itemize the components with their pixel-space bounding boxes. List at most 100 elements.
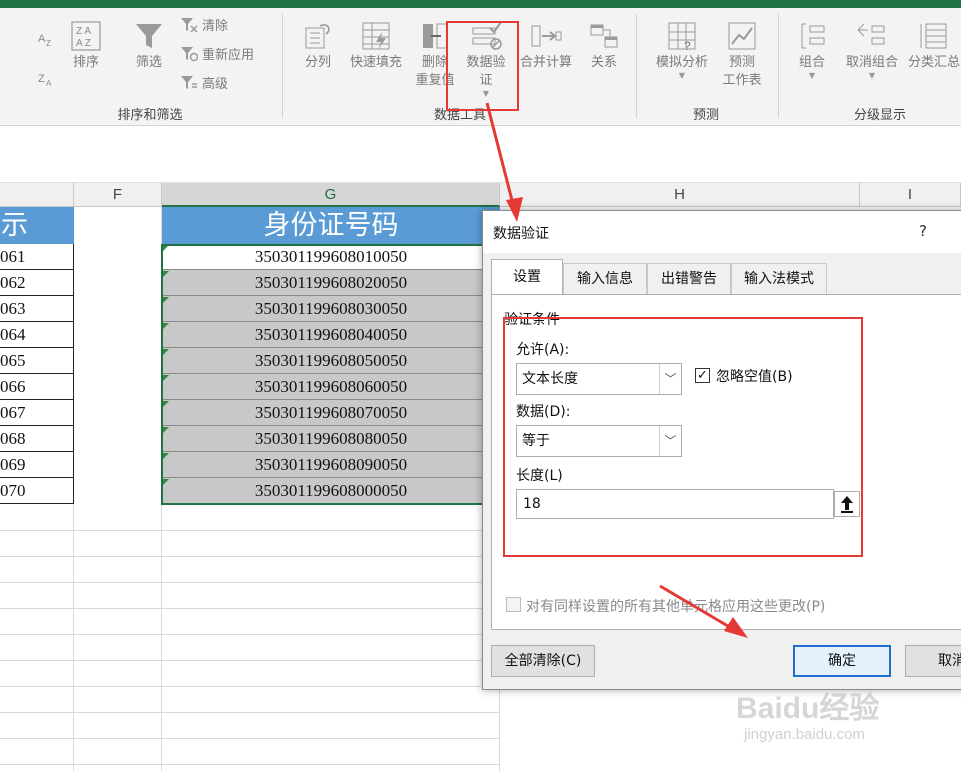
formula-bar-area <box>0 127 961 183</box>
flash-fill-button[interactable]: 快速填充 <box>344 20 408 72</box>
clear-filter-icon <box>181 18 198 33</box>
flash-fill-label: 快速填充 <box>349 55 402 70</box>
sort-ascending-button[interactable]: AZ <box>38 30 60 50</box>
cancel-button[interactable]: 取消 <box>905 645 961 677</box>
g-cell-id-number[interactable]: 350301199608010050 <box>162 244 500 270</box>
group-separator <box>636 14 637 118</box>
clear-all-button[interactable]: 全部清除(C) <box>491 645 595 677</box>
relationships-button[interactable]: 关系 <box>582 20 626 72</box>
gridline <box>0 608 500 609</box>
split-label: 分列 <box>304 55 331 70</box>
what-if-analysis-button[interactable]: ? 模拟分析 ▼ <box>648 20 716 80</box>
svg-text:A: A <box>46 79 52 86</box>
forecast-label-2: 工作表 <box>722 73 762 88</box>
e-cell[interactable]: 066 <box>0 374 74 400</box>
consolidate-icon <box>531 25 562 47</box>
column-header-f[interactable]: F <box>74 183 162 207</box>
g-header-cell[interactable]: 身份证号码 <box>162 207 500 244</box>
gridline <box>0 764 500 765</box>
forecast-chart-icon <box>728 22 756 50</box>
group-button[interactable]: 组合 ▼ <box>790 20 834 80</box>
sort-button[interactable]: Z AA Z 排序 <box>66 20 106 72</box>
dialog-title: 数据验证 <box>493 226 549 242</box>
filter-label: 筛选 <box>135 55 162 70</box>
gridline <box>0 738 500 739</box>
column-header-h[interactable]: H <box>500 183 860 207</box>
e-header-cell[interactable]: 显示 <box>0 207 74 244</box>
dialog-title-bar[interactable]: 数据验证 ? <box>483 211 961 253</box>
column-header-i[interactable]: I <box>860 183 961 207</box>
e-cell[interactable]: 070 <box>0 478 74 504</box>
forecast-sheet-button[interactable]: 预测 工作表 <box>716 20 768 90</box>
error-indicator-icon <box>163 453 169 459</box>
apply-all-label: 对有同样设置的所有其他单元格应用这些更改(P) <box>526 599 826 615</box>
g-cell-id-number[interactable]: 350301199608080050 <box>162 426 500 452</box>
text-to-columns-button[interactable]: 分列 <box>296 20 340 72</box>
g-cell-id-number[interactable]: 350301199608090050 <box>162 452 500 478</box>
e-cell[interactable]: 069 <box>0 452 74 478</box>
g-cell-id-number[interactable]: 350301199608020050 <box>162 270 500 296</box>
dropdown-arrow-icon: ▼ <box>808 71 816 80</box>
gridline <box>0 712 500 713</box>
g-cell-value: 350301199608000050 <box>254 481 408 500</box>
subtotal-button[interactable]: 分类汇总 <box>904 20 961 72</box>
baidu-watermark: Baidu经验 <box>736 692 880 725</box>
gridline <box>0 556 500 557</box>
group-separator <box>282 14 283 118</box>
column-header-g[interactable]: G <box>162 183 500 207</box>
error-indicator-icon <box>163 479 169 485</box>
svg-text:Z A: Z A <box>76 26 91 37</box>
data-validation-highlight-box <box>446 21 519 111</box>
g-cell-value: 350301199608090050 <box>254 455 408 474</box>
column-header-e[interactable] <box>0 183 74 207</box>
e-cell[interactable]: 068 <box>0 426 74 452</box>
g-cell-id-number[interactable]: 350301199608000050 <box>162 478 500 504</box>
gridline <box>0 634 500 635</box>
g-cell-id-number[interactable]: 350301199608030050 <box>162 296 500 322</box>
consolidate-button[interactable]: 合并计算 <box>514 20 578 72</box>
g-cell-id-number[interactable]: 350301199608060050 <box>162 374 500 400</box>
data-validation-dialog: 数据验证 ? 设置 输入信息 出错警告 输入法模式 验证条件 允许(A): 文本… <box>482 210 961 690</box>
advanced-filter-button[interactable]: 高级 <box>180 75 228 95</box>
what-if-icon: ? <box>668 22 696 52</box>
svg-text:Z: Z <box>38 73 45 85</box>
g-cell-value: 350301199608020050 <box>254 273 408 292</box>
apply-all-checkbox[interactable] <box>506 597 521 612</box>
relationships-icon <box>590 24 618 48</box>
e-cell[interactable]: 064 <box>0 322 74 348</box>
e-cell[interactable]: 067 <box>0 400 74 426</box>
gridline <box>0 660 500 661</box>
tab-error-alert[interactable]: 出错警告 <box>647 263 731 294</box>
e-cell[interactable]: 065 <box>0 348 74 374</box>
clear-filter-button[interactable]: 清除 <box>180 17 228 37</box>
advanced-filter-icon <box>181 76 197 89</box>
g-cell-id-number[interactable]: 350301199608070050 <box>162 400 500 426</box>
what-if-label: 模拟分析 <box>655 55 708 70</box>
group-icon <box>801 23 825 49</box>
gridline <box>0 530 500 531</box>
e-cell[interactable]: 062 <box>0 270 74 296</box>
e-cell[interactable]: 063 <box>0 296 74 322</box>
tab-settings[interactable]: 设置 <box>491 259 563 295</box>
tab-ime-mode[interactable]: 输入法模式 <box>731 263 827 294</box>
help-button[interactable]: ? <box>919 222 927 240</box>
g-cell-id-number[interactable]: 350301199608040050 <box>162 322 500 348</box>
sort-descending-button[interactable]: ZA <box>38 70 60 90</box>
g-cell-value: 350301199608070050 <box>254 403 408 422</box>
g-cell-value: 350301199608060050 <box>254 377 408 396</box>
flash-fill-icon <box>362 22 390 50</box>
ok-button[interactable]: 确定 <box>793 645 891 677</box>
ungroup-label: 取消组合 <box>845 55 898 70</box>
error-indicator-icon <box>163 375 169 381</box>
filter-button[interactable]: 筛选 <box>128 20 170 72</box>
filter-funnel-icon <box>136 24 162 48</box>
reapply-button[interactable]: 重新应用 <box>180 46 254 66</box>
baidu-watermark-url: jingyan.baidu.com <box>744 726 865 743</box>
remove-duplicates-label-1: 删除 <box>421 55 448 70</box>
error-indicator-icon <box>163 401 169 407</box>
tab-input-message[interactable]: 输入信息 <box>563 263 647 294</box>
ungroup-button[interactable]: 取消组合 ▼ <box>838 20 906 80</box>
e-cell[interactable]: 061 <box>0 244 74 270</box>
g-cell-id-number[interactable]: 350301199608050050 <box>162 348 500 374</box>
subtotal-icon <box>920 23 947 49</box>
